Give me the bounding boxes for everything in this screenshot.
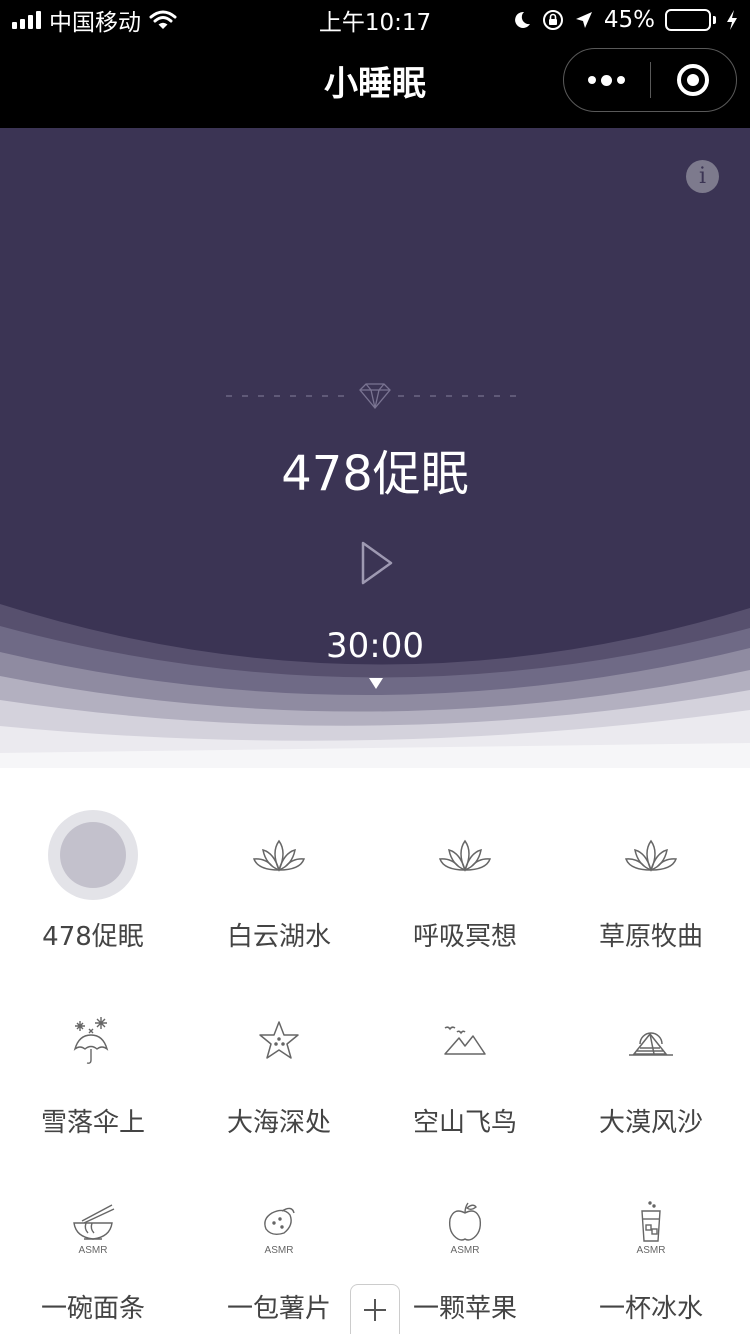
- capsule-menu: [563, 48, 737, 112]
- sound-item-shupian[interactable]: ASMR 一包薯片: [186, 1160, 372, 1334]
- noodle-bowl-icon: ASMR: [73, 1204, 115, 1255]
- sound-item-label: 空山飞鸟: [412, 1108, 517, 1138]
- sound-item-baiyun[interactable]: 白云湖水: [186, 788, 372, 968]
- lotus-icon: [438, 839, 492, 872]
- more-button[interactable]: [564, 49, 650, 111]
- sound-item-mian[interactable]: ASMR 一碗面条: [0, 1160, 186, 1334]
- chips-icon: ASMR: [264, 1207, 295, 1255]
- sound-item-dahai[interactable]: 大海深处: [186, 974, 372, 1154]
- wave-decoration: [0, 604, 750, 768]
- asmr-badge: ASMR: [637, 1245, 666, 1255]
- plus-icon: [364, 1298, 386, 1321]
- close-button[interactable]: [651, 49, 737, 111]
- timer-label[interactable]: 30:00: [0, 626, 750, 666]
- asmr-badge: ASMR: [265, 1245, 294, 1255]
- add-button[interactable]: [350, 1284, 400, 1334]
- lotus-icon: [624, 839, 678, 872]
- more-dots-icon: [588, 74, 626, 86]
- battery-percent: 45%: [603, 7, 655, 33]
- umbrella-snow-icon: [73, 1017, 109, 1064]
- charging-bolt-icon: [727, 10, 737, 30]
- moon-icon: [514, 11, 530, 28]
- info-icon[interactable]: i: [686, 160, 719, 193]
- top-bar: 中国移动 上午10:17 45% 小睡眠: [0, 0, 750, 128]
- location-arrow-icon: [575, 12, 592, 28]
- sound-item-label: 草原牧曲: [598, 922, 703, 952]
- sound-item-bingshui[interactable]: ASMR 一杯冰水: [558, 1160, 744, 1334]
- clock-label: 上午10:17: [318, 10, 432, 36]
- sound-item-label: 雪落伞上: [40, 1108, 145, 1138]
- sound-item-label: 呼吸冥想: [412, 922, 517, 952]
- ice-water-icon: ASMR: [637, 1201, 666, 1255]
- caret-down-icon[interactable]: [369, 678, 383, 689]
- diamond-divider: [226, 383, 524, 410]
- lotus-icon: [252, 839, 306, 872]
- asmr-badge: ASMR: [79, 1245, 108, 1255]
- sound-item-label: 白云湖水: [226, 922, 331, 952]
- sound-item-kongshan[interactable]: 空山飞鸟: [372, 974, 558, 1154]
- sound-item-478[interactable]: 478促眠: [0, 788, 186, 968]
- close-target-icon: [677, 64, 710, 96]
- apple-icon: ASMR: [448, 1202, 482, 1255]
- track-title: 478促眠: [281, 446, 469, 502]
- rotation-lock-icon: [542, 10, 563, 30]
- desert-pyramid-icon: [629, 1032, 673, 1056]
- sound-item-label: 大漠风沙: [598, 1108, 703, 1138]
- mountain-birds-icon: [444, 1026, 486, 1055]
- sound-item-label: 一包薯片: [226, 1294, 331, 1324]
- selected-circle-icon: [48, 810, 138, 900]
- player-hero: i 478促眠 30:00: [0, 128, 750, 768]
- diamond-icon: [359, 383, 391, 410]
- sound-item-huxi[interactable]: 呼吸冥想: [372, 788, 558, 968]
- sound-item-damo[interactable]: 大漠风沙: [558, 974, 744, 1154]
- status-right: 45%: [512, 0, 738, 40]
- asmr-badge: ASMR: [451, 1245, 480, 1255]
- sound-item-label: 一碗面条: [40, 1294, 145, 1324]
- battery-icon: [665, 9, 716, 31]
- sound-item-label: 478促眠: [42, 922, 144, 952]
- sound-item-caoyuan[interactable]: 草原牧曲: [558, 788, 744, 968]
- sound-item-label: 一杯冰水: [598, 1294, 703, 1324]
- starfish-icon: [259, 1021, 299, 1059]
- sound-item-label: 大海深处: [226, 1108, 331, 1138]
- sound-item-xueluo[interactable]: 雪落伞上: [0, 974, 186, 1154]
